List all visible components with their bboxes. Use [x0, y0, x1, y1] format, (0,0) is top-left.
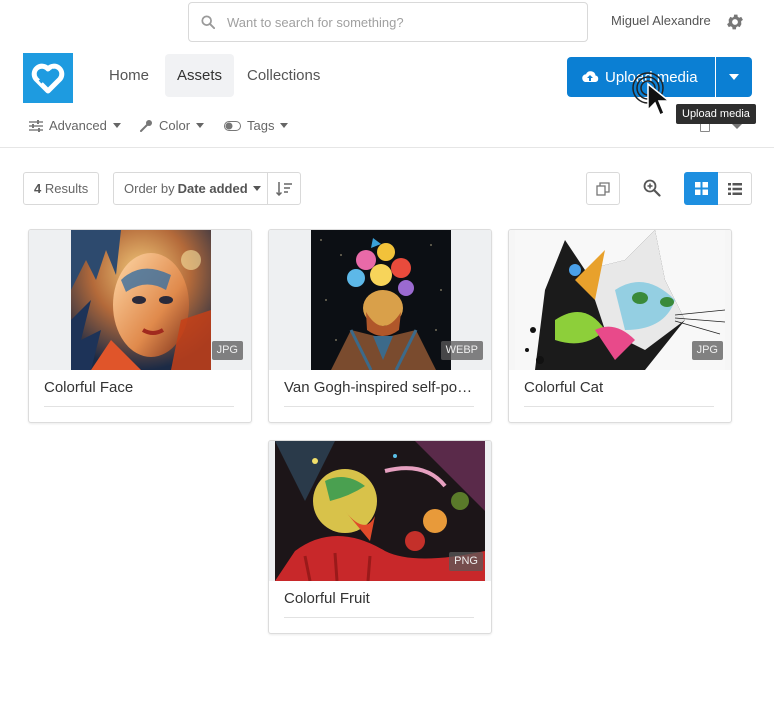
- format-badge: JPG: [691, 341, 723, 360]
- select-multiple-button[interactable]: [586, 172, 620, 205]
- asset-image-face: [71, 230, 211, 370]
- divider: [284, 617, 474, 618]
- filter-advanced-label: Advanced: [49, 118, 107, 133]
- order-by-prefix: Order by: [124, 181, 175, 196]
- asset-title[interactable]: Colorful Face: [44, 379, 234, 396]
- sort-descending-icon: [276, 181, 292, 196]
- results-label: Results: [44, 181, 89, 196]
- asset-card[interactable]: WEBP Van Gogh-inspired self-portrait: [268, 229, 492, 423]
- asset-thumbnail[interactable]: PNG: [269, 441, 491, 581]
- filter-color[interactable]: Color: [139, 118, 205, 133]
- gear-icon[interactable]: [725, 12, 745, 32]
- copy-icon: [596, 181, 610, 196]
- asset-card[interactable]: PNG Colorful Fruit: [268, 440, 492, 634]
- search-icon: [201, 15, 215, 29]
- search-bar[interactable]: [188, 2, 588, 42]
- order-by-value: Date added: [177, 181, 248, 196]
- asset-title[interactable]: Colorful Fruit: [284, 590, 474, 607]
- asset-thumbnail[interactable]: JPG: [29, 230, 251, 370]
- asset-title[interactable]: Van Gogh-inspired self-portrait: [284, 379, 474, 396]
- user-name[interactable]: Miguel Alexandre: [611, 13, 711, 28]
- chevron-down-icon: [280, 123, 289, 128]
- chevron-down-icon: [732, 124, 742, 129]
- asset-thumbnail[interactable]: WEBP: [269, 230, 491, 370]
- divider: [0, 147, 774, 148]
- filter-tags-label: Tags: [247, 118, 275, 133]
- click-cursor-icon: [632, 72, 672, 117]
- search-input[interactable]: [227, 14, 567, 30]
- results-count: 4 Results: [23, 172, 100, 205]
- chevron-down-icon: [196, 123, 205, 128]
- heart-logo-icon: [31, 63, 65, 94]
- list-view-button[interactable]: [718, 172, 752, 205]
- sort-direction-button[interactable]: [267, 172, 301, 205]
- order-by-select[interactable]: Order by Date added: [113, 172, 268, 205]
- chevron-down-icon: [252, 186, 261, 191]
- asset-image-van-gogh: [311, 230, 451, 370]
- chevron-down-icon: [112, 123, 121, 128]
- tab-assets[interactable]: Assets: [165, 54, 235, 97]
- upload-media-tooltip: Upload media: [676, 104, 756, 124]
- divider: [284, 406, 474, 407]
- filter-color-label: Color: [159, 118, 191, 133]
- grid-icon: [694, 182, 708, 195]
- asset-card[interactable]: JPG Colorful Face: [28, 229, 252, 423]
- asset-title[interactable]: Colorful Cat: [524, 379, 714, 396]
- filter-tags[interactable]: Tags: [224, 118, 289, 133]
- grid-view-button[interactable]: [684, 172, 718, 205]
- eyedropper-icon: [140, 119, 152, 132]
- format-badge: WEBP: [440, 341, 483, 360]
- toggle-icon: [224, 120, 241, 131]
- asset-card[interactable]: JPG Colorful Cat: [508, 229, 732, 423]
- list-icon: [727, 182, 742, 195]
- tab-collections[interactable]: Collections: [235, 54, 332, 97]
- filter-advanced[interactable]: Advanced: [29, 118, 121, 133]
- format-badge: JPG: [211, 341, 243, 360]
- sliders-icon: [29, 119, 43, 132]
- asset-thumbnail[interactable]: JPG: [509, 230, 731, 370]
- zoom-icon: [643, 179, 661, 197]
- cloud-upload-icon: [582, 71, 599, 82]
- app-logo[interactable]: [23, 53, 73, 103]
- format-badge: PNG: [449, 552, 483, 571]
- divider: [524, 406, 714, 407]
- divider: [44, 406, 234, 407]
- results-number: 4: [34, 181, 42, 196]
- upload-options-button[interactable]: [716, 57, 752, 97]
- tab-home[interactable]: Home: [97, 54, 161, 97]
- chevron-down-icon: [729, 74, 739, 80]
- zoom-button[interactable]: [640, 176, 664, 200]
